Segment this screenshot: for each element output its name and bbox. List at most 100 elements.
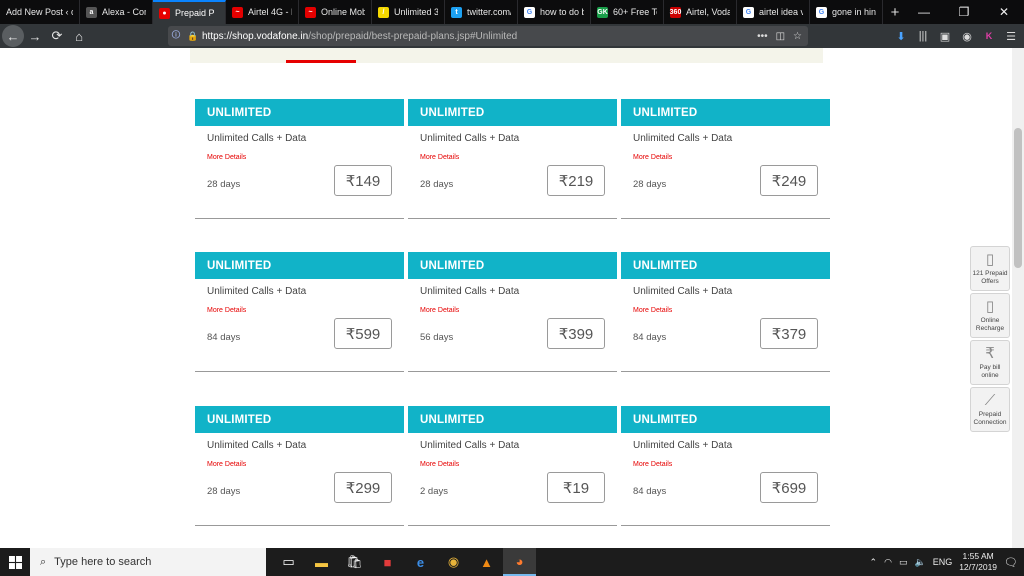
plan-validity: 56 days bbox=[420, 332, 454, 343]
page-actions-button[interactable]: ••• bbox=[757, 31, 768, 42]
quick-link-widget[interactable]: ▯ Online Recharge bbox=[970, 293, 1010, 338]
plan-description: Unlimited Calls + Data bbox=[420, 440, 520, 451]
plan-price-button[interactable]: ₹399 bbox=[547, 318, 605, 349]
browser-tab[interactable]: 360 Airtel, Vodaf bbox=[664, 0, 737, 24]
profile-badge[interactable]: K bbox=[980, 26, 998, 46]
more-details-link[interactable]: More Details bbox=[207, 154, 246, 161]
firefox-icon[interactable]: ◕ bbox=[503, 548, 536, 576]
chrome-icon[interactable]: ◉ bbox=[437, 548, 470, 576]
plan-price-button[interactable]: ₹699 bbox=[760, 472, 818, 503]
plan-price-button[interactable]: ₹219 bbox=[547, 165, 605, 196]
plan-price-button[interactable]: ₹149 bbox=[334, 165, 392, 196]
clock-time: 1:55 AM bbox=[962, 551, 994, 561]
gift-app-icon[interactable]: ■ bbox=[371, 548, 404, 576]
library-icon[interactable]: ||| bbox=[914, 26, 932, 46]
browser-tab[interactable]: Ggone in hind bbox=[810, 0, 883, 24]
close-icon[interactable]: ✕ bbox=[984, 0, 1024, 24]
plan-price-button[interactable]: ₹299 bbox=[334, 472, 392, 503]
more-details-link[interactable]: More Details bbox=[420, 154, 459, 161]
tray-chevron-icon[interactable]: ⌃ bbox=[870, 557, 878, 568]
plan-price-button[interactable]: ₹379 bbox=[760, 318, 818, 349]
browser-tab[interactable]: Ghow to do b bbox=[518, 0, 591, 24]
notifications-icon[interactable]: 🗨 bbox=[1004, 556, 1018, 569]
home-button[interactable]: ⌂ bbox=[68, 25, 90, 47]
plan-header: UNLIMITED bbox=[621, 406, 830, 433]
battery-icon[interactable]: ▭ bbox=[899, 557, 908, 568]
downloads-icon[interactable]: ⬇ bbox=[892, 26, 910, 46]
quick-link-widget[interactable]: ▯ 121 Prepaid Offers bbox=[970, 246, 1010, 291]
file-explorer-icon[interactable]: ▬ bbox=[305, 548, 338, 576]
pocket-icon[interactable]: ◫ bbox=[776, 31, 785, 42]
menu-icon[interactable]: ☰ bbox=[1002, 26, 1020, 46]
tab-favicon-icon: G bbox=[743, 6, 754, 18]
tab-favicon-icon: ~ bbox=[305, 6, 316, 18]
system-clock[interactable]: 1:55 AM 12/7/2019 bbox=[959, 551, 997, 573]
plan-card: UNLIMITED Unlimited Calls + Data More Deta… bbox=[621, 252, 830, 372]
search-icon: ⌕ bbox=[40, 555, 47, 568]
browser-tab[interactable]: ~ Airtel 4G - P bbox=[226, 0, 299, 24]
vlc-icon[interactable]: ▲ bbox=[470, 548, 503, 576]
plan-price-button[interactable]: ₹249 bbox=[760, 165, 818, 196]
volume-icon[interactable]: 🔈 bbox=[914, 557, 925, 568]
url-path: /shop/prepaid/best-prepaid-plans.jsp#Unl… bbox=[308, 30, 518, 42]
network-icon[interactable]: ◠ bbox=[884, 557, 892, 568]
url-text[interactable]: https://shop.vodafone.in/shop/prepaid/be… bbox=[202, 31, 517, 42]
browser-tab[interactable]: GK 60+ Free Tel bbox=[591, 0, 664, 24]
plan-description: Unlimited Calls + Data bbox=[207, 286, 307, 297]
scrollbar-thumb[interactable] bbox=[1014, 128, 1022, 268]
more-details-link[interactable]: More Details bbox=[633, 307, 672, 314]
plan-card: UNLIMITED Unlimited Calls + Data More Deta… bbox=[408, 99, 617, 219]
windows-taskbar: ⌕ Type here to search ▭ ▬ 🛍 ■ e ◉ ▲ ◕ ⌃ … bbox=[0, 548, 1024, 576]
page-content: UNLIMITED Unlimited Calls + Data More Deta… bbox=[0, 48, 1012, 548]
tab-title: how to do b bbox=[540, 7, 584, 17]
windows-start-icon[interactable] bbox=[0, 548, 30, 576]
url-bar[interactable]: 🛈 🔒 https://shop.vodafone.in/shop/prepai… bbox=[168, 26, 808, 46]
more-details-link[interactable]: More Details bbox=[207, 307, 246, 314]
account-icon[interactable]: ◉ bbox=[958, 26, 976, 46]
more-details-link[interactable]: More Details bbox=[420, 307, 459, 314]
edge-icon[interactable]: e bbox=[404, 548, 437, 576]
tab-title: Online Mob bbox=[321, 7, 365, 17]
forward-button[interactable]: → bbox=[24, 25, 46, 47]
more-details-link[interactable]: More Details bbox=[207, 461, 246, 468]
browser-tab[interactable]: a Alexa - Com bbox=[80, 0, 153, 24]
lock-icon[interactable]: 🔒 bbox=[184, 31, 202, 42]
back-button[interactable]: ← bbox=[2, 25, 24, 47]
widget-label: 121 Prepaid Offers bbox=[972, 270, 1008, 285]
browser-tab[interactable]: Gairtel idea vo bbox=[737, 0, 810, 24]
plan-price-button[interactable]: ₹599 bbox=[334, 318, 392, 349]
plan-header: UNLIMITED bbox=[195, 99, 404, 126]
minimize-icon[interactable]: — bbox=[904, 0, 944, 24]
plan-header: UNLIMITED bbox=[408, 252, 617, 279]
quick-links: ▯ 121 Prepaid Offers ▯ Online Recharge ₹ Pay … bbox=[970, 246, 1010, 434]
language-indicator[interactable]: ENG bbox=[933, 557, 953, 567]
browser-tab[interactable]: t twitter.com/ bbox=[445, 0, 518, 24]
maximize-icon[interactable]: ❐ bbox=[944, 0, 984, 24]
widget-label: Prepaid Connection bbox=[973, 411, 1007, 426]
taskbar-search[interactable]: ⌕ Type here to search bbox=[30, 548, 266, 576]
more-details-link[interactable]: More Details bbox=[633, 154, 672, 161]
store-icon[interactable]: 🛍 bbox=[338, 548, 371, 576]
browser-tab[interactable]: / Unlimited 3G bbox=[372, 0, 445, 24]
plan-card: UNLIMITED Unlimited Calls + Data More Deta… bbox=[408, 406, 617, 526]
bookmark-star-icon[interactable]: ☆ bbox=[793, 31, 802, 42]
plan-price-button[interactable]: ₹19 bbox=[547, 472, 605, 503]
url-domain: https://shop.vodafone.in bbox=[202, 30, 309, 42]
plan-validity: 28 days bbox=[207, 179, 241, 190]
page-scrollbar[interactable] bbox=[1012, 48, 1024, 548]
plan-description: Unlimited Calls + Data bbox=[207, 133, 307, 144]
sidebar-icon[interactable]: ▣ bbox=[936, 26, 954, 46]
task-view-icon[interactable]: ▭ bbox=[272, 548, 305, 576]
quick-link-widget[interactable]: ₹ Pay bill online bbox=[970, 340, 1010, 385]
quick-link-widget[interactable]: ⟋ Prepaid Connection bbox=[970, 387, 1010, 432]
more-details-link[interactable]: More Details bbox=[633, 461, 672, 468]
browser-tab[interactable]: Add New Post ‹ c bbox=[0, 0, 80, 24]
plan-header: UNLIMITED bbox=[195, 252, 404, 279]
search-placeholder: Type here to search bbox=[54, 556, 152, 568]
more-details-link[interactable]: More Details bbox=[420, 461, 459, 468]
reload-button[interactable]: ⟳ bbox=[46, 25, 68, 47]
phone-icon: ▯ bbox=[985, 251, 995, 268]
browser-tab[interactable]: ~ Online Mob bbox=[299, 0, 372, 24]
browser-tab[interactable]: ● Prepaid P bbox=[153, 0, 226, 24]
site-info-icon[interactable]: 🛈 bbox=[168, 28, 184, 44]
